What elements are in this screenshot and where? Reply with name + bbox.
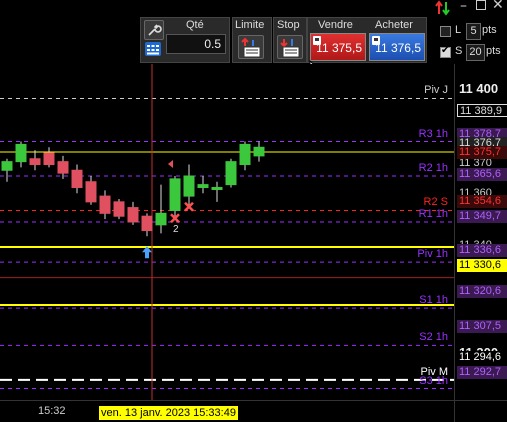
sell-button[interactable]: 11 375,5 [310, 33, 366, 61]
maximize-icon[interactable] [476, 0, 486, 10]
limit-order-icon[interactable] [238, 35, 264, 59]
candle-body [71, 169, 83, 188]
quantity-input[interactable] [166, 34, 226, 54]
s-label: S [455, 45, 463, 57]
triangle-marker-icon [168, 160, 173, 168]
order-toolbar: Qté Limite Stop Vendre Acheter 11 375,5 … [0, 0, 507, 64]
price-tick: 11 400 [459, 81, 499, 96]
s-points-input[interactable]: 20 [466, 44, 485, 61]
candle-body [253, 146, 265, 157]
time-axis[interactable]: 15:32 ven. 13 janv. 2023 15:33:49 [0, 400, 454, 422]
axis-corner [454, 400, 507, 422]
candle-body [43, 152, 55, 166]
price-chart[interactable]: 2 Piv J R3 1h R2 1h R2 S R1 1h Piv 1h S1 1h S2 … [0, 64, 454, 400]
candle-body [99, 195, 111, 214]
pivot-level-label: R3 1h [418, 127, 448, 140]
candle-body [127, 207, 139, 223]
sort-arrows-icon[interactable] [432, 0, 454, 16]
candle-body [197, 184, 209, 188]
wrench-icon[interactable] [144, 20, 164, 40]
stop-label: Stop [277, 19, 300, 31]
buy-label: Acheter [375, 19, 413, 31]
price-tag: 11 307,5 [457, 320, 507, 333]
price-tag: 11 330,6 [457, 259, 507, 272]
price-tag: 11 292,7 [457, 366, 507, 379]
s-unit: pts [486, 45, 501, 57]
candle-body [57, 161, 69, 174]
candlestick-chart[interactable]: 2 [0, 64, 454, 400]
l-points-input[interactable]: 5 [466, 23, 481, 40]
sell-price: 11 375,5 [316, 41, 362, 55]
candle-body [1, 161, 13, 171]
minimize-icon[interactable]: – [460, 0, 467, 14]
candle-body [155, 212, 167, 226]
close-icon[interactable]: ✕ [492, 0, 504, 13]
pivot-level-label: S1 1h [419, 294, 448, 307]
exit-count-label: 2 [173, 224, 179, 235]
candle-body [29, 158, 41, 166]
candle-body [113, 201, 125, 217]
price-tag: 11 336,6 [457, 244, 507, 257]
pivot-level-label: R2 S [423, 196, 448, 209]
buy-arrow-icon [142, 246, 152, 259]
s-checkbox[interactable] [440, 45, 451, 58]
candle-body [15, 143, 27, 163]
stop-order-icon[interactable] [277, 35, 303, 59]
qty-label: Qté [186, 19, 204, 31]
limit-label: Limite [235, 19, 265, 31]
pivot-level-label: Piv J [424, 84, 448, 97]
buy-price: 11 376,5 [375, 41, 421, 55]
time-tick: 15:32 [38, 405, 66, 417]
l-unit: pts [482, 24, 497, 36]
price-tag: 11 365,6 [457, 168, 507, 181]
flag-icon [372, 36, 380, 45]
price-tag: 11 349,7 [457, 210, 507, 223]
price-tag: 11 294,6 [457, 351, 507, 364]
pivot-level-label: S2 1h [419, 331, 448, 344]
flag-icon [313, 36, 321, 45]
l-checkbox[interactable] [440, 26, 451, 37]
candle-body [141, 215, 153, 232]
keypad-icon[interactable] [144, 41, 162, 57]
price-axis[interactable]: 11 40011 37011 36011 34011 31011 30011 3… [454, 64, 507, 400]
price-tag: 11 389,9 [457, 104, 507, 117]
pivot-level-label: R2 1h [418, 162, 448, 174]
sell-label: Vendre [318, 19, 353, 31]
candle-body [183, 175, 195, 197]
pivot-level-label: S3 1h [419, 374, 448, 387]
pivot-level-label: R1 1h [418, 207, 448, 220]
price-tag: 11 320,6 [457, 285, 507, 298]
candle-body [85, 181, 97, 203]
pivot-level-label: Piv 1h [417, 248, 448, 261]
price-tag: 11 354,6 [457, 195, 507, 208]
crosshair-time-label: ven. 13 janv. 2023 15:33:49 [99, 406, 238, 420]
buy-button[interactable]: 11 376,5 [369, 33, 425, 61]
candle-body [211, 186, 223, 190]
l-label: L [455, 24, 462, 36]
price-tag: 11 375,7 [457, 146, 507, 159]
candle-body [225, 161, 237, 186]
candle-body [239, 143, 251, 166]
candle-body [169, 178, 181, 211]
